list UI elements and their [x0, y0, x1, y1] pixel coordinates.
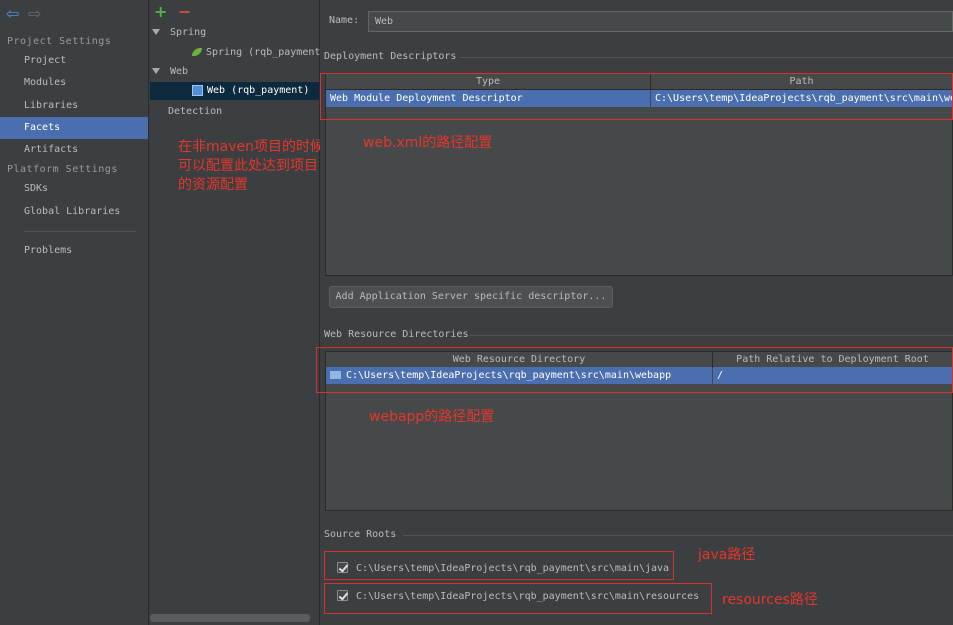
tree-group-spring[interactable]: Spring	[152, 24, 206, 42]
tree-item-spring[interactable]: Spring (rqb_payment	[192, 44, 320, 62]
annotation-non-maven-line1: 在非maven项目的时候	[178, 139, 324, 155]
add-server-descriptor-button[interactable]: Add Application Server specific descript…	[329, 286, 613, 308]
add-icon[interactable]: +	[154, 4, 167, 20]
spring-leaf-icon	[192, 48, 202, 56]
chevron-down-icon[interactable]	[152, 68, 160, 74]
tree-group-spring-label: Spring	[170, 27, 207, 38]
project-settings-header: Project Settings	[7, 36, 112, 47]
web-facet-icon	[192, 84, 203, 96]
tree-item-spring-label: Spring (rqb_payment	[206, 47, 321, 58]
arrow-left-icon[interactable]: ⇦	[6, 6, 19, 22]
annotation-non-maven-line3: 的资源配置	[178, 177, 248, 193]
nav-item-problems[interactable]: Problems	[0, 240, 148, 262]
annotation-webxml: web.xml的路径配置	[363, 135, 493, 151]
settings-nav: ⇦ ⇨ Project Settings Project Modules Lib…	[0, 0, 149, 625]
platform-settings-header: Platform Settings	[7, 164, 118, 175]
tree-group-web-label: Web	[170, 66, 189, 77]
nav-item-libraries[interactable]: Libraries	[0, 95, 148, 117]
source-roots-title: Source Roots	[324, 529, 397, 540]
nav-item-project[interactable]: Project	[0, 50, 148, 72]
section-divider	[460, 57, 953, 58]
nav-divider	[24, 231, 136, 232]
annotation-box-webapp	[316, 347, 953, 393]
tree-item-web-label: Web (rqb_payment)	[207, 85, 310, 96]
annotation-box-resources	[324, 583, 712, 614]
tree-item-web[interactable]: Web (rqb_payment)	[150, 82, 319, 100]
deployment-descriptors-title: Deployment Descriptors	[324, 51, 457, 62]
web-resource-directories-title: Web Resource Directories	[324, 329, 469, 340]
annotation-box-webxml	[320, 73, 953, 120]
facet-tree-panel: + − Spring Spring (rqb_payment Web Web (…	[150, 0, 320, 625]
annotation-resources: resources路径	[722, 592, 818, 608]
remove-icon[interactable]: −	[178, 4, 191, 20]
annotation-webapp: webapp的路径配置	[369, 409, 495, 425]
annotation-box-java	[324, 551, 674, 580]
annotation-non-maven: 在非maven项目的时候 可以配置此处达到项目 的资源配置	[178, 138, 324, 195]
annotation-non-maven-line2: 可以配置此处达到项目	[178, 158, 318, 174]
nav-item-global-libraries[interactable]: Global Libraries	[0, 201, 148, 223]
nav-item-facets[interactable]: Facets	[0, 117, 148, 139]
nav-item-sdks[interactable]: SDKs	[0, 178, 148, 200]
name-field[interactable]: Web	[368, 11, 953, 32]
nav-item-modules[interactable]: Modules	[0, 72, 148, 94]
section-divider	[403, 535, 953, 536]
section-divider	[470, 335, 953, 336]
annotation-java: java路径	[698, 547, 756, 563]
nav-item-artifacts[interactable]: Artifacts	[0, 139, 148, 161]
tree-group-web[interactable]: Web	[152, 63, 188, 81]
arrow-right-icon[interactable]: ⇨	[28, 6, 41, 22]
chevron-down-icon[interactable]	[152, 29, 160, 35]
horizontal-scrollbar[interactable]	[150, 614, 310, 622]
tree-item-detection[interactable]: Detection	[168, 103, 222, 121]
name-label: Name:	[329, 15, 360, 26]
